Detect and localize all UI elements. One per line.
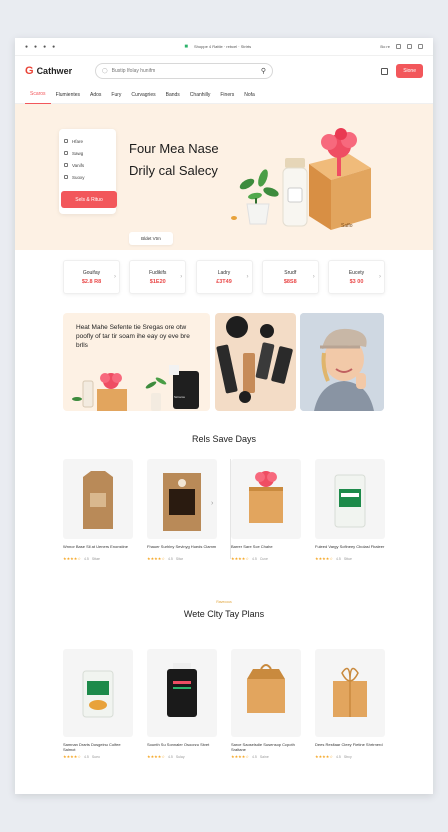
menu-item[interactable]: Vanifs bbox=[64, 159, 111, 171]
star-rating-icon: ★★★★☆ bbox=[147, 754, 165, 759]
nav-item[interactable]: Ados bbox=[85, 86, 106, 104]
menu-icon bbox=[64, 175, 68, 179]
product-image bbox=[147, 459, 217, 539]
product-card[interactable]: Sarce Saoselsdie Susensop Ccpoth Sraltan… bbox=[231, 649, 301, 759]
header: G Cathwer ◯ ⚲ Sione bbox=[15, 56, 433, 86]
promo-banner-left[interactable]: Heat Mahe Sefente tie Sregas ore otw poo… bbox=[63, 313, 210, 411]
star-rating-icon: ★★★★☆ bbox=[315, 556, 333, 561]
product-card[interactable]: Fuleed Vargy Soflneey Cbolasl Fbaleer ★★… bbox=[315, 459, 385, 561]
product-image bbox=[147, 649, 217, 737]
nav-item[interactable]: Curvagries bbox=[126, 86, 160, 104]
star-rating-icon: ★★★★☆ bbox=[231, 556, 249, 561]
product-card[interactable]: Dees Resfiaar Cleey Fietine Shrtrnerd ★★… bbox=[315, 649, 385, 759]
star-rating-icon: ★★★★☆ bbox=[231, 754, 249, 759]
product-image bbox=[231, 459, 301, 539]
category-card[interactable]: Fudikifs $1E20 › bbox=[129, 260, 187, 294]
product-row: Wnnor Base Sil at Ueners Enonstine ★★★★☆… bbox=[63, 459, 385, 561]
twitter-icon[interactable]: ● bbox=[34, 44, 37, 50]
product-card[interactable]: Fhauer Surhlny Sevlnyg Hueds Clamm ★★★★☆… bbox=[147, 459, 217, 561]
search-icon[interactable]: ⚲ bbox=[261, 67, 266, 75]
promo-text: Heat Mahe Sefente tie Sregas ore otw poo… bbox=[76, 324, 190, 349]
jar-label: Sicrams bbox=[174, 395, 185, 399]
search-small-icon: ◯ bbox=[102, 68, 108, 74]
chevron-right-icon: › bbox=[114, 274, 116, 280]
section-title: Wete Clty Tay Plans bbox=[183, 609, 265, 619]
promo-products-image bbox=[72, 365, 199, 411]
chevron-right-icon: › bbox=[180, 274, 183, 280]
star-rating-icon: ★★★★☆ bbox=[147, 556, 165, 561]
promo-banner-middle[interactable] bbox=[215, 313, 296, 411]
logo[interactable]: G Cathwer bbox=[25, 65, 85, 77]
nav-item[interactable]: Flumientes bbox=[51, 86, 85, 104]
hero-secondary-button[interactable]: Bldet Vtrn bbox=[129, 232, 173, 245]
gift-icon: ■ bbox=[184, 43, 189, 50]
product-card[interactable]: Samnan Drarts Dosgeinu Colfee Salmot ★★★… bbox=[63, 649, 133, 759]
product-row: Samnan Drarts Dosgeinu Colfee Salmot ★★★… bbox=[63, 649, 385, 759]
cart-icon[interactable] bbox=[381, 67, 389, 75]
search-bar[interactable]: ◯ ⚲ bbox=[95, 63, 273, 79]
product-card[interactable]: Wnnor Base Sil at Ueners Enonstine ★★★★☆… bbox=[63, 459, 133, 561]
bag-icon[interactable] bbox=[417, 44, 423, 49]
top-bar: ● ● ● ● ■ Shoppe 4 Rattle · rebcel · Str… bbox=[15, 38, 433, 56]
product-image bbox=[315, 649, 385, 737]
search-input[interactable] bbox=[111, 68, 257, 74]
carousel-next-icon[interactable]: › bbox=[211, 500, 213, 507]
user-icon[interactable] bbox=[395, 44, 401, 49]
product-card[interactable]: Sounth Su Sonnaler Osoorzu Stvet ★★★★☆ 4.… bbox=[147, 649, 217, 759]
leaf-icon bbox=[231, 216, 237, 220]
promo-text: Shoppe 4 Rattle · rebcel · Strirts bbox=[194, 44, 252, 49]
facebook-icon[interactable]: ● bbox=[25, 44, 28, 50]
divider bbox=[230, 459, 231, 559]
menu-item[interactable]: Sawg bbox=[64, 147, 111, 159]
language-label[interactable]: Bo re bbox=[380, 44, 390, 49]
nav-item[interactable]: Fury bbox=[106, 86, 126, 104]
product-image bbox=[63, 459, 133, 539]
category-card[interactable]: Srudf $8S8 › bbox=[261, 260, 319, 294]
category-card[interactable]: Ladry £3T49 › bbox=[195, 260, 253, 294]
main-nav: Scaros Flumientes Ados Fury Curvagries B… bbox=[15, 86, 433, 104]
star-rating-icon: ★★★★☆ bbox=[63, 754, 81, 759]
menu-icon bbox=[64, 151, 68, 155]
product-image bbox=[315, 459, 385, 539]
nav-item[interactable]: Nofa bbox=[239, 86, 260, 104]
menu-item[interactable]: Suoxy bbox=[64, 171, 111, 183]
box-label: Saffo bbox=[341, 223, 353, 229]
hero-cta-button[interactable]: Sels & Rituo bbox=[61, 191, 117, 208]
nav-item[interactable]: Chanhilly bbox=[185, 86, 216, 104]
model-photo-image bbox=[300, 313, 384, 411]
chevron-right-icon: › bbox=[312, 274, 315, 280]
logo-mark-icon: G bbox=[25, 65, 34, 77]
section-eyebrow: Ravecous bbox=[216, 600, 232, 604]
instagram-icon[interactable]: ● bbox=[43, 44, 46, 50]
gift-box-image bbox=[309, 128, 371, 230]
star-rating-icon: ★★★★☆ bbox=[315, 754, 333, 759]
chevron-right-icon: › bbox=[379, 274, 381, 280]
product-card[interactable]: Barrer Sare Sce Chahe ★★★★☆ 4.5 Cuve bbox=[231, 459, 301, 561]
menu-item[interactable]: Hfare bbox=[64, 135, 111, 147]
menu-icon bbox=[64, 163, 68, 167]
star-rating-icon: ★★★★☆ bbox=[63, 556, 81, 561]
chevron-right-icon: › bbox=[246, 274, 249, 280]
nav-item-home[interactable]: Scaros bbox=[25, 86, 51, 104]
product-image bbox=[63, 649, 133, 737]
product-image bbox=[231, 649, 301, 737]
section-title: Rels Save Days bbox=[191, 434, 257, 444]
page: ● ● ● ● ■ Shoppe 4 Rattle · rebcel · Str… bbox=[15, 38, 433, 794]
skincare-products-image bbox=[216, 316, 293, 403]
logo-text: Cathwer bbox=[36, 66, 73, 76]
category-card[interactable]: Eucety $3 00 › bbox=[328, 260, 385, 294]
pinterest-icon[interactable]: ● bbox=[52, 44, 55, 50]
heart-icon[interactable] bbox=[406, 44, 412, 49]
menu-icon bbox=[64, 139, 68, 143]
promo-banner-right[interactable] bbox=[300, 313, 384, 411]
hero-title: Four Mea Nase Drily cal Salecy bbox=[129, 141, 219, 178]
category-card[interactable]: Gouifay $2.8 R8 › bbox=[63, 260, 120, 294]
nav-item[interactable]: Finers bbox=[215, 86, 239, 104]
category-cards: Gouifay $2.8 R8 › Fudikifs $1E20 › Ladry £3T4… bbox=[15, 260, 433, 294]
nav-item[interactable]: Bands bbox=[161, 86, 185, 104]
signin-button[interactable]: Sione bbox=[396, 64, 423, 78]
